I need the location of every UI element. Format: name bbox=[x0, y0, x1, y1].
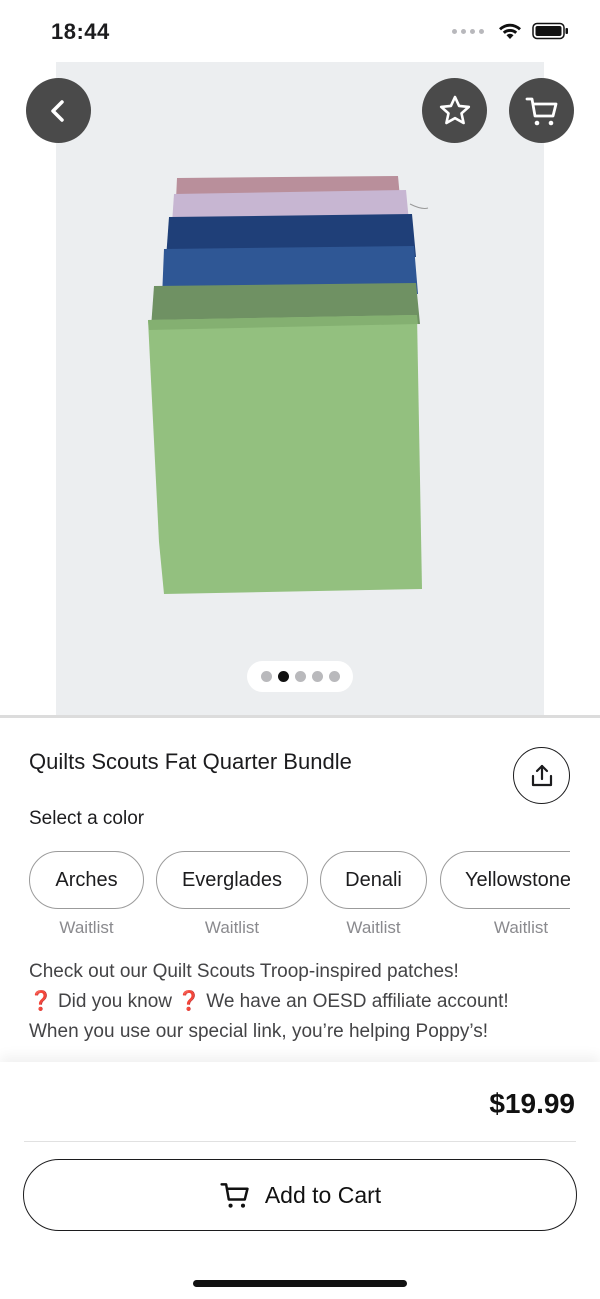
question-mark-icon: ❓ bbox=[29, 991, 53, 1012]
purchase-panel: $19.99 Add to Cart bbox=[0, 1062, 600, 1299]
add-to-cart-button[interactable]: Add to Cart bbox=[23, 1159, 577, 1231]
image-divider bbox=[0, 715, 600, 718]
share-button[interactable] bbox=[513, 747, 570, 804]
product-title: Quilts Scouts Fat Quarter Bundle bbox=[29, 749, 352, 774]
color-chip-yellowstone[interactable]: Yellowstone bbox=[440, 851, 570, 909]
back-icon bbox=[50, 99, 64, 122]
description-line: ❓ Did you know ❓ We have an OESD affilia… bbox=[29, 991, 509, 1012]
pager-dot[interactable] bbox=[328, 671, 340, 682]
share-icon bbox=[531, 764, 552, 786]
pager-dot[interactable] bbox=[260, 671, 272, 682]
description-line: Check out our Quilt Scouts Troop-inspire… bbox=[29, 961, 459, 982]
cart-icon bbox=[220, 1183, 249, 1208]
pager-dot[interactable] bbox=[311, 671, 323, 682]
color-status-denali: Waitlist bbox=[346, 918, 401, 937]
cart-icon bbox=[525, 97, 557, 125]
price: $19.99 bbox=[489, 1088, 575, 1119]
color-options[interactable]: Arches Waitlist Everglades Waitlist Dena… bbox=[29, 851, 570, 943]
question-mark-icon: ❓ bbox=[177, 991, 201, 1012]
color-chip-arches[interactable]: Arches bbox=[29, 851, 144, 909]
favorite-button[interactable] bbox=[422, 78, 487, 143]
signal-icon bbox=[452, 28, 484, 34]
product-description: Check out our Quilt Scouts Troop-inspire… bbox=[29, 957, 574, 1047]
description-line: When you use our special link, you’re he… bbox=[29, 1021, 489, 1042]
status-time: 18:44 bbox=[51, 19, 110, 44]
pager-dot[interactable] bbox=[294, 671, 306, 682]
fabric-bundle-image bbox=[56, 62, 544, 715]
home-indicator[interactable] bbox=[193, 1280, 407, 1287]
status-indicators bbox=[452, 22, 570, 40]
color-status-everglades: Waitlist bbox=[204, 918, 260, 937]
color-status-arches: Waitlist bbox=[59, 918, 114, 937]
battery-icon bbox=[532, 22, 568, 40]
status-bar: 18:44 bbox=[0, 0, 600, 62]
cart-button[interactable] bbox=[509, 78, 574, 143]
color-chip-everglades[interactable]: Everglades bbox=[156, 851, 308, 909]
panel-divider bbox=[24, 1141, 576, 1142]
image-pager[interactable] bbox=[247, 661, 353, 692]
color-chip-denali[interactable]: Denali bbox=[320, 851, 427, 909]
product-image[interactable] bbox=[56, 62, 544, 715]
back-button[interactable] bbox=[26, 78, 91, 143]
pager-dot-active[interactable] bbox=[277, 671, 289, 682]
color-status-yellowstone: Waitlist bbox=[493, 918, 549, 937]
star-icon bbox=[439, 95, 470, 124]
wifi-icon bbox=[499, 23, 521, 39]
add-to-cart-label: Add to Cart bbox=[264, 1181, 382, 1208]
select-color-label: Select a color bbox=[29, 808, 145, 829]
